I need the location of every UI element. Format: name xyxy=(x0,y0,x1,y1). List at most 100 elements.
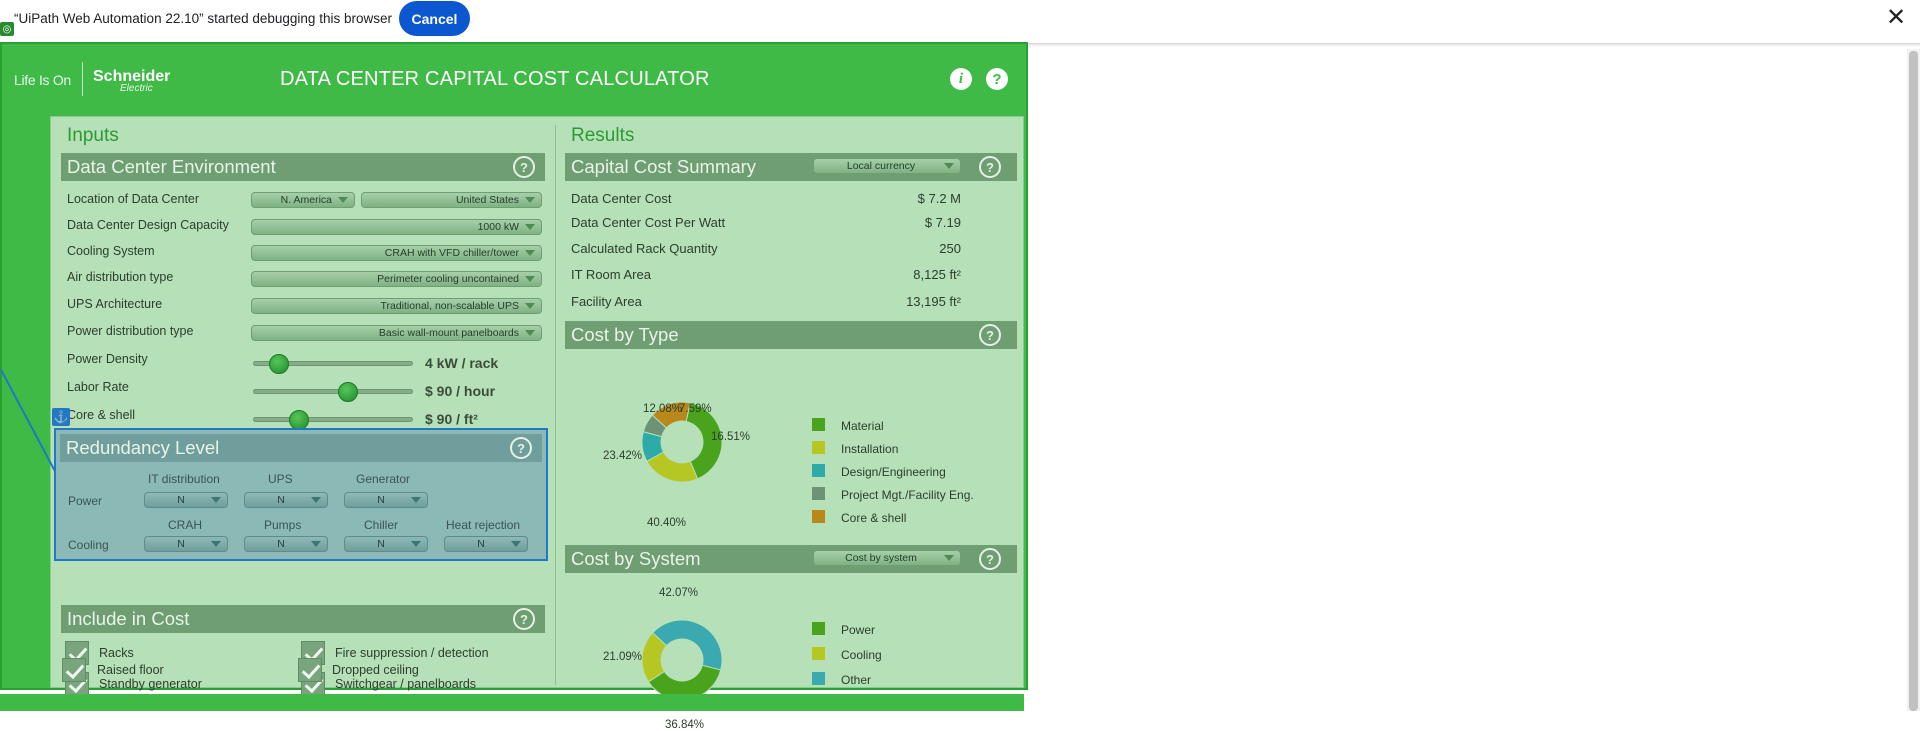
help-icon[interactable]: ? xyxy=(513,156,535,178)
chevron-down-icon xyxy=(525,250,535,256)
chevron-down-icon xyxy=(525,330,535,336)
cancel-debugging-button[interactable]: Cancel xyxy=(399,1,470,36)
pct-label-material: 40.40% xyxy=(647,517,687,529)
it-distribution-label: IT distribution xyxy=(148,472,220,486)
pct-label-cooling: 21.09% xyxy=(603,651,643,663)
anchor-icon: ⚓ xyxy=(52,408,70,426)
section-title: Redundancy Level xyxy=(66,437,220,458)
page-scrollbar[interactable] xyxy=(1907,49,1920,711)
labor-rate-label: Labor Rate xyxy=(67,380,129,394)
chiller-dropdown[interactable]: N xyxy=(344,536,428,552)
help-icon[interactable]: ? xyxy=(979,156,1001,178)
dropdown-value: N xyxy=(177,538,185,550)
dropdown-value: United States xyxy=(455,194,519,206)
power-distribution-dropdown[interactable]: Basic wall-mount panelboards xyxy=(251,325,542,341)
chevron-down-icon xyxy=(211,541,221,547)
legend-swatch xyxy=(812,647,825,660)
cost-by-system-dropdown[interactable]: Cost by system xyxy=(813,550,961,566)
pct-label-design: 12.08% xyxy=(643,403,683,415)
cooling-system-dropdown[interactable]: CRAH with VFD chiller/tower xyxy=(251,245,542,261)
switchgear-label: Switchgear / panelboards xyxy=(335,677,477,691)
summary-value: $ 7.19 xyxy=(924,215,961,230)
dropdown-value: Traditional, non-scalable UPS xyxy=(380,300,519,312)
pct-label-power: 36.84% xyxy=(665,719,705,731)
help-icon[interactable]: ? xyxy=(510,437,532,459)
currency-dropdown[interactable]: Local currency xyxy=(813,158,961,174)
pumps-dropdown[interactable]: N xyxy=(244,536,328,552)
dropdown-value: N xyxy=(377,494,385,506)
dropdown-value: N xyxy=(177,494,185,506)
legend-label: Installation xyxy=(841,442,899,456)
dropped-ceiling-checkbox[interactable] xyxy=(298,658,322,682)
summary-label: Calculated Rack Quantity xyxy=(571,241,718,256)
logo-divider xyxy=(82,62,83,96)
dropdown-value: Cost by system xyxy=(845,552,917,564)
section-include-in-cost: Include in Cost ? xyxy=(61,605,545,633)
labor-rate-slider[interactable] xyxy=(253,389,413,394)
results-title: Results xyxy=(571,125,635,146)
ups-dropdown[interactable]: N xyxy=(244,492,328,508)
air-distribution-dropdown[interactable]: Perimeter cooling uncontained xyxy=(251,271,542,287)
air-distribution-label: Air distribution type xyxy=(67,270,174,284)
chevron-down-icon xyxy=(211,497,221,503)
close-icon[interactable]: ✕ xyxy=(1884,6,1908,30)
labor-rate-slider-handle[interactable] xyxy=(338,382,358,402)
debug-infobar: “UiPath Web Automation 22.10” started de… xyxy=(0,0,1920,44)
section-redundancy-level: Redundancy Level ? IT distribution UPS G… xyxy=(54,428,548,561)
chevron-down-icon xyxy=(525,197,535,203)
capacity-dropdown[interactable]: 1000 kW xyxy=(251,219,542,235)
summary-value: 250 xyxy=(939,241,961,256)
it-distribution-dropdown[interactable]: N xyxy=(144,492,228,508)
legend-swatch xyxy=(812,441,825,454)
chevron-down-icon xyxy=(511,541,521,547)
column-divider xyxy=(555,125,556,685)
help-icon[interactable]: ? xyxy=(986,68,1008,90)
country-dropdown[interactable]: United States xyxy=(361,192,542,208)
chiller-label: Chiller xyxy=(364,518,399,532)
ups-architecture-dropdown[interactable]: Traditional, non-scalable UPS xyxy=(251,298,542,314)
dropdown-value: CRAH with VFD chiller/tower xyxy=(384,247,519,259)
section-cost-by-type: Cost by Type ? xyxy=(565,321,1017,349)
core-shell-slider-handle[interactable] xyxy=(289,410,309,430)
dropped-ceiling-label: Dropped ceiling xyxy=(332,663,419,677)
generator-dropdown[interactable]: N xyxy=(344,492,428,508)
help-icon[interactable]: ? xyxy=(979,548,1001,570)
section-capital-cost-summary: Capital Cost Summary Local currency ? xyxy=(565,153,1017,181)
help-icon[interactable]: ? xyxy=(979,324,1001,346)
ups-label: UPS xyxy=(268,472,293,486)
section-title: Data Center Environment xyxy=(67,156,276,177)
location-label: Location of Data Center xyxy=(67,192,200,206)
cooling-row-label: Cooling xyxy=(68,538,109,552)
power-density-value: 4 kW / rack xyxy=(425,355,499,371)
raised-floor-label: Raised floor xyxy=(97,663,164,677)
pct-label-other: 42.07% xyxy=(659,587,699,599)
scrollbar-thumb[interactable] xyxy=(1909,51,1918,711)
cost-by-system-donut xyxy=(641,619,723,701)
section-cost-by-system: Cost by System Cost by system ? xyxy=(565,545,1017,573)
core-shell-slider[interactable] xyxy=(253,417,413,422)
generator-label: Generator xyxy=(356,472,411,486)
legend-swatch xyxy=(812,672,825,685)
chevron-down-icon xyxy=(525,224,535,230)
redundancy-title-bar: Redundancy Level ? xyxy=(60,434,542,462)
legend-label: Cooling xyxy=(841,648,882,662)
power-density-slider-handle[interactable] xyxy=(269,354,289,374)
legend-label: Project Mgt./Facility Eng. xyxy=(841,488,974,502)
chevron-down-icon xyxy=(411,497,421,503)
summary-label: Facility Area xyxy=(571,294,642,309)
chevron-down-icon xyxy=(411,541,421,547)
chevron-down-icon xyxy=(311,541,321,547)
summary-value: 8,125 ft² xyxy=(913,267,961,282)
section-title: Cost by Type xyxy=(571,324,679,345)
region-dropdown[interactable]: N. America xyxy=(251,192,355,208)
help-icon[interactable]: ? xyxy=(513,608,535,630)
power-distribution-label: Power distribution type xyxy=(67,324,194,338)
dropdown-value: N xyxy=(277,494,285,506)
raised-floor-checkbox[interactable] xyxy=(62,658,86,682)
infobar-message: “UiPath Web Automation 22.10” started de… xyxy=(14,11,392,26)
pct-label-installation: 23.42% xyxy=(603,450,643,462)
crah-dropdown[interactable]: N xyxy=(144,536,228,552)
chevron-down-icon xyxy=(944,163,954,169)
info-icon[interactable]: i xyxy=(950,68,972,90)
heat-rejection-dropdown[interactable]: N xyxy=(444,536,528,552)
